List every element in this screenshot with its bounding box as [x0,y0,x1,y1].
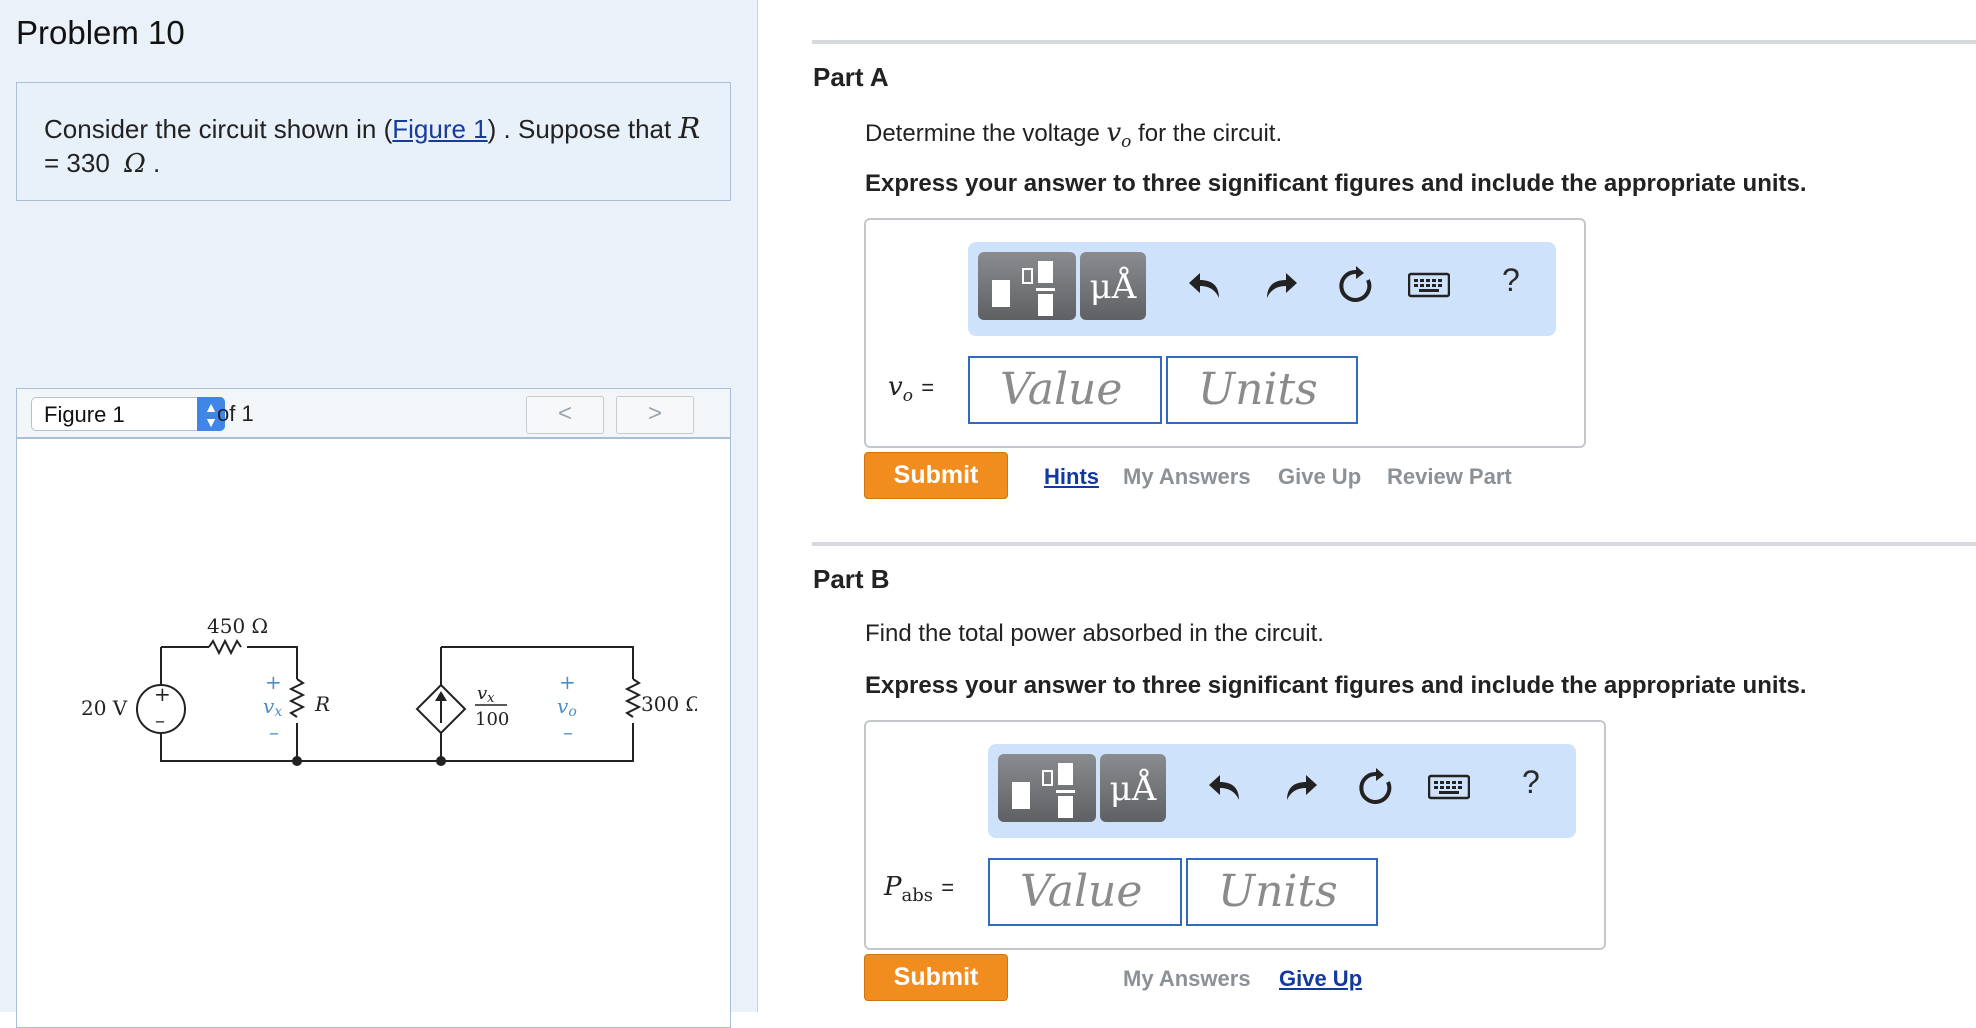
part-a-value-input[interactable]: Value [968,356,1162,424]
source-plus: + [154,682,171,706]
part-a-review-part-link[interactable]: Review Part [1387,464,1512,490]
wire-top-rightloop [441,646,634,679]
part-b-my-answers-link[interactable]: My Answers [1123,966,1251,992]
redo-icon[interactable] [1260,266,1300,306]
source-minus: – [155,708,165,732]
part-a-question-var: vo [1106,118,1132,153]
source-label: 20 V [81,696,128,720]
part-b-divider [812,542,1976,546]
resistor-r-label: R [314,692,330,716]
part-a-title: Part A [813,62,889,92]
part-b-toolbar: μÅ ? [988,744,1576,838]
part-b-instruction: Express your answer to three significant… [865,672,1807,699]
vx-label: vx [263,694,282,720]
problem-panel: Problem 10 Consider the circuit shown in… [0,0,758,1028]
problem-statement-box: Consider the circuit shown in (Figure 1)… [16,82,731,201]
keyboard-icon[interactable] [1428,774,1470,802]
resistor-300-icon [624,678,642,718]
part-b-question: Find the total power absorbed in the cir… [865,620,1324,647]
figure-1-link[interactable]: Figure 1 [392,114,487,144]
reset-icon[interactable] [1356,768,1396,808]
resistor-variable: R [678,111,701,145]
part-b-value-input[interactable]: Value [988,858,1182,926]
part-b-variable-label: Pabs = [884,872,955,907]
figure-panel: Figure 1 ▲ ▼ of 1 < > + – 20 V 450 Ω R 3… [16,388,731,1028]
figure-count: of 1 [217,401,254,426]
figure-toolbar: Figure 1 ▲ ▼ of 1 < > [17,389,730,439]
problem-statement: Consider the circuit shown in (Figure 1)… [44,111,704,181]
units-button[interactable]: μÅ [1100,754,1166,822]
templates-icon[interactable] [998,754,1096,822]
resistor-450-label: 450 Ω [207,614,268,638]
vx-plus: + [265,670,282,694]
part-b-title: Part B [813,564,890,594]
statement-end: . [153,148,161,178]
help-button[interactable]: ? [1522,764,1540,801]
part-a-toolbar: μÅ ? [968,242,1556,336]
statement-text-2: ) . Suppose that [487,114,679,144]
part-a-question: Determine the voltage vo for the circuit… [865,118,1283,153]
part-b-give-up-link[interactable]: Give Up [1279,966,1362,992]
vx-minus: – [269,720,279,744]
problem-title: Problem 10 [16,14,185,51]
part-b-answer-box: μÅ ? Pabs = Value Units [864,720,1606,950]
part-b-submit-button[interactable]: Submit [864,954,1008,1001]
part-a-divider [812,40,1976,44]
previous-figure-button[interactable]: < [526,396,604,434]
resistor-450-icon [208,638,242,656]
vo-plus: + [559,670,576,694]
part-a-instruction: Express your answer to three significant… [865,170,1807,197]
part-a-units-input[interactable]: Units [1166,356,1358,424]
part-a-my-answers-link[interactable]: My Answers [1123,464,1251,490]
circuit-diagram: + – 20 V 450 Ω R 300 Ω vx 100 + vx – + v… [81,614,697,766]
part-a-hints-link[interactable]: Hints [1044,464,1099,490]
part-a-give-up-link[interactable]: Give Up [1278,464,1361,490]
part-a-submit-button[interactable]: Submit [864,452,1008,499]
next-figure-button[interactable]: > [616,396,694,434]
templates-icon[interactable] [978,252,1076,320]
resistor-r-icon [288,678,306,718]
part-a-variable-label: vo = [888,372,935,407]
keyboard-icon[interactable] [1408,272,1450,300]
redo-icon[interactable] [1280,768,1320,808]
vo-label: vo [557,694,577,720]
figure-select[interactable]: Figure 1 ▲ ▼ [31,397,225,431]
vo-minus: – [563,720,573,744]
dependent-numerator: vx [477,683,495,706]
reset-icon[interactable] [1336,266,1376,306]
help-button[interactable]: ? [1502,262,1520,299]
figure-select-value: Figure 1 [44,402,125,427]
dependent-denominator: 100 [475,709,509,730]
ohm-unit: Ω [124,149,146,179]
statement-text-1: Consider the circuit shown in ( [44,114,393,144]
units-button[interactable]: μÅ [1080,252,1146,320]
undo-icon[interactable] [1186,266,1226,306]
part-a-answer-box: μÅ ? vo = Value Units [864,218,1586,448]
part-b-units-input[interactable]: Units [1186,858,1378,926]
undo-icon[interactable] [1206,768,1246,808]
resistor-300-label: 300 Ω [641,692,697,716]
wire-bottom-rightloop [441,723,634,762]
resistance-value: = 330 [44,148,110,178]
